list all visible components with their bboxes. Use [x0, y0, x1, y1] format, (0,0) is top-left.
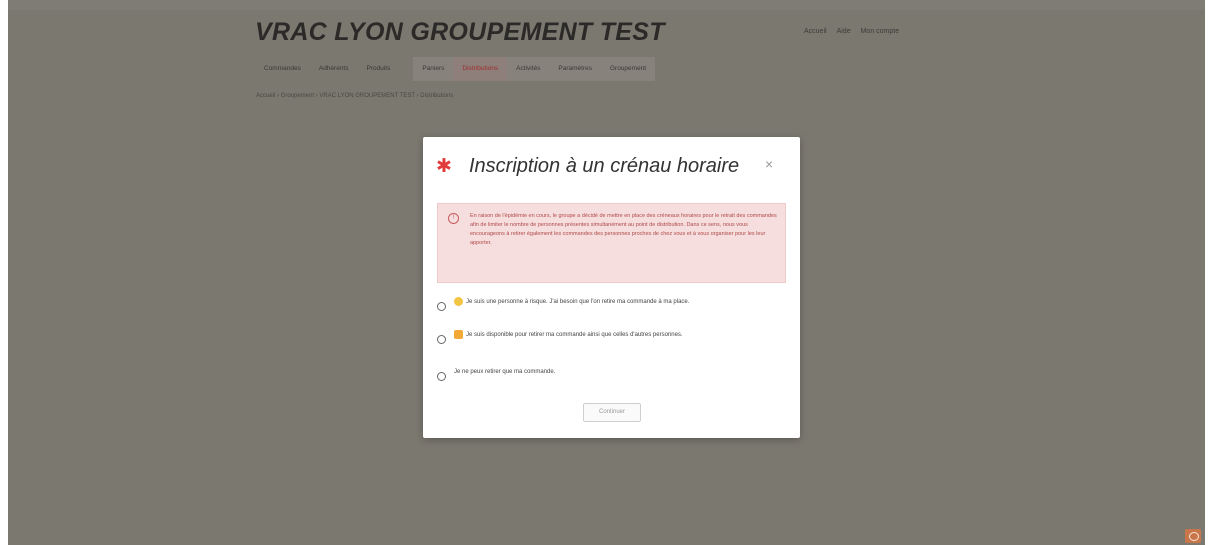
- close-icon[interactable]: ×: [765, 156, 773, 172]
- radio-available[interactable]: [437, 335, 446, 344]
- menu-item-commandes[interactable]: Commandes: [255, 57, 310, 81]
- top-links: Accueil Aide Mon compte: [804, 28, 899, 35]
- option-risk-label: Je suis une personne à risque. J'ai beso…: [466, 299, 690, 306]
- camera-icon[interactable]: [1185, 529, 1201, 543]
- option-available-label: Je suis disponible pour retirer ma comma…: [466, 332, 683, 339]
- menu-item-adherents[interactable]: Adhérents: [310, 57, 358, 81]
- option-own-only[interactable]: Je ne peux retirer que ma commande.: [437, 367, 774, 381]
- alert-text: En raison de l'épidémie en cours, le gro…: [470, 213, 777, 246]
- timeslot-modal: ✱ Inscription à un crénau horaire × ! En…: [423, 137, 800, 438]
- top-link-aide[interactable]: Aide: [837, 28, 851, 35]
- site-title: VRAC LYON GROUPEMENT TEST: [255, 18, 665, 46]
- menu-item-distributions[interactable]: Distributions: [453, 57, 508, 81]
- radio-own-only[interactable]: [437, 372, 446, 381]
- left-margin: [0, 0, 8, 545]
- top-strip: [0, 0, 1213, 10]
- menu-item-groupement[interactable]: Groupement: [600, 57, 656, 81]
- breadcrumb: Accueil › Groupement › VRAC LYON GROUPEM…: [256, 93, 454, 99]
- menu-item-activites[interactable]: Activités: [507, 57, 550, 81]
- modal-title: Inscription à un crénau horaire: [469, 155, 740, 177]
- top-link-account[interactable]: Mon compte: [861, 28, 900, 35]
- main-menu: Commandes Adhérents Produits Paniers Dis…: [255, 57, 955, 81]
- option-available[interactable]: Je suis disponible pour retirer ma comma…: [437, 330, 774, 344]
- option-own-only-label: Je ne peux retirer que ma commande.: [454, 369, 556, 375]
- right-margin: [1205, 0, 1213, 545]
- continue-button[interactable]: Continuer: [583, 403, 641, 422]
- menu-item-parametres[interactable]: Paramètres: [549, 57, 601, 81]
- menu-item-paniers[interactable]: Paniers: [413, 57, 454, 81]
- top-link-accueil[interactable]: Accueil: [804, 28, 827, 35]
- option-risk[interactable]: Je suis une personne à risque. J'ai beso…: [437, 297, 774, 311]
- radio-risk[interactable]: [437, 302, 446, 311]
- menu-item-produits[interactable]: Produits: [358, 57, 400, 81]
- thumbs-up-icon: [454, 330, 463, 339]
- mask-emoji-icon: [454, 297, 463, 306]
- warning-alert: ! En raison de l'épidémie en cours, le g…: [437, 203, 786, 283]
- warning-icon: !: [448, 213, 459, 224]
- asterisk-icon: ✱: [436, 156, 452, 177]
